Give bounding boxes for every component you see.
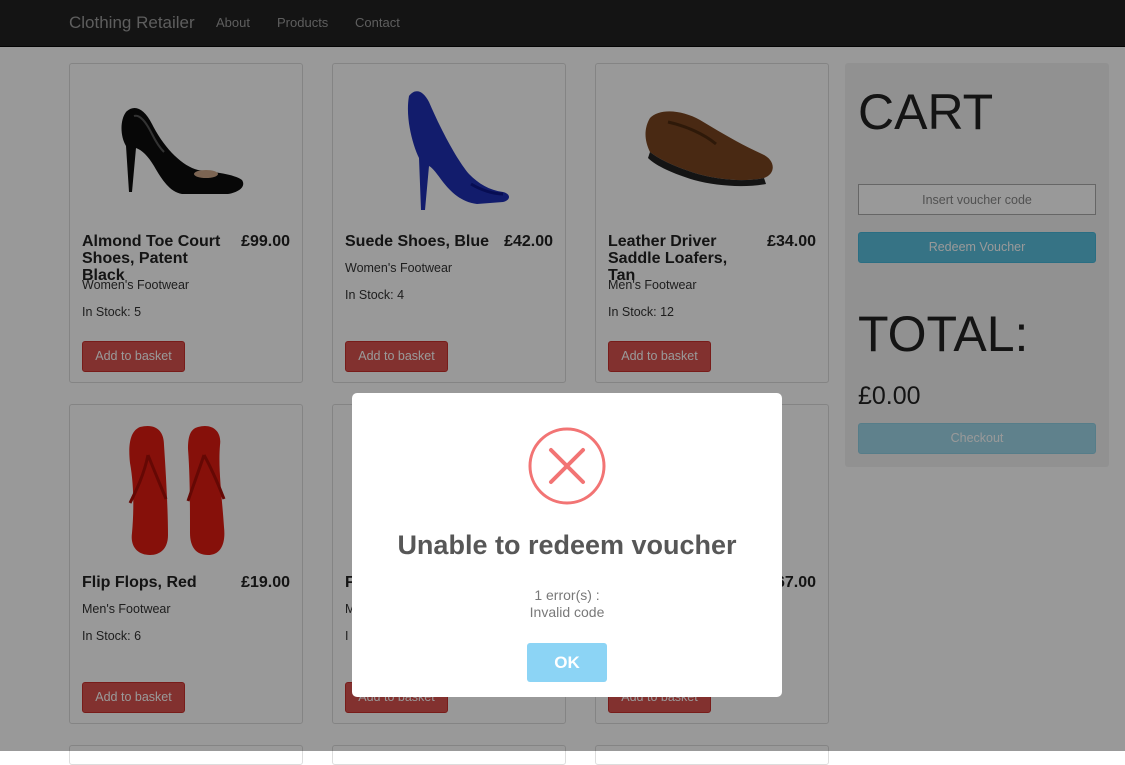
ok-button[interactable]: OK <box>527 643 607 682</box>
dialog-error-message: Invalid code <box>529 604 605 620</box>
error-x-icon <box>528 427 606 505</box>
dialog-title: Unable to redeem voucher <box>397 530 737 560</box>
dialog-error-count: 1 error(s) : <box>534 587 600 603</box>
error-dialog: Unable to redeem voucher 1 error(s) : In… <box>352 393 782 697</box>
